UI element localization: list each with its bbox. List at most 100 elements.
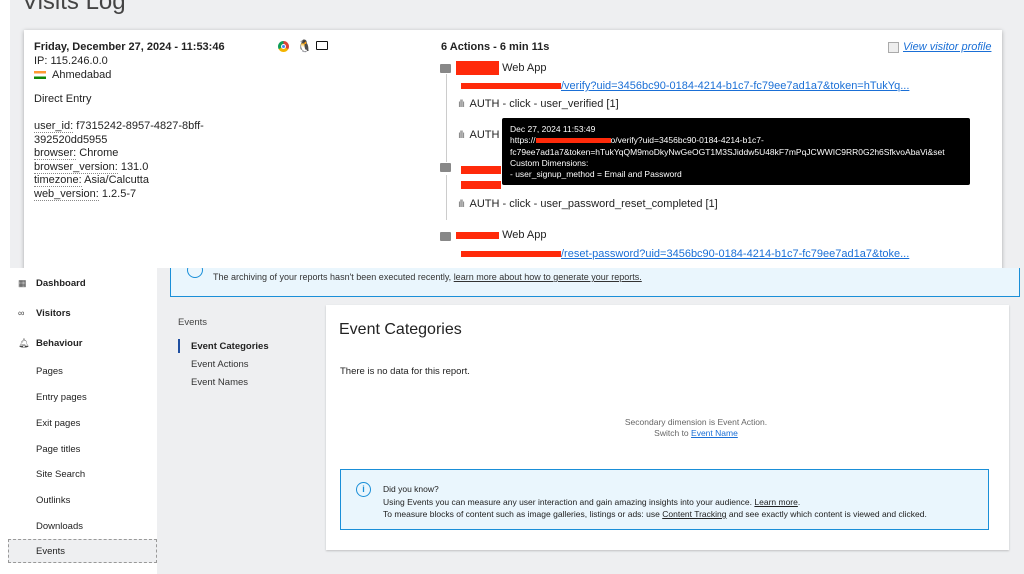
linux-icon: 🐧 — [297, 39, 312, 53]
learn-more-link[interactable]: Learn more — [754, 497, 797, 507]
event-icon: ıllı — [458, 130, 465, 141]
sidebar-item-site-search[interactable]: Site Search — [36, 469, 85, 480]
page-url: /reset-password?uid=3456bc90-0184-4214-b… — [561, 248, 910, 260]
dimension-label: timezone: — [34, 174, 82, 187]
dimension-value: 131.0 — [117, 160, 149, 173]
custom-user-id: user_id: f7315242-8957-4827-8bff-392520d… — [34, 120, 234, 147]
event-row: ıllı AUTH — [458, 129, 499, 141]
switch-event-name-link[interactable]: Event Name — [691, 428, 738, 438]
india-flag-icon — [34, 71, 46, 80]
tooltip-dimension: - user_signup_method = Email and Passwor… — [510, 169, 682, 180]
redacted-block — [461, 181, 501, 189]
dimension-label: browser_version: — [34, 160, 118, 174]
custom-browser-version: browser_version: 131.0 — [34, 160, 234, 175]
event-row: ıllı AUTH - click - user_password_reset_… — [458, 198, 718, 210]
sidebar-item-dashboard[interactable]: Dashboard — [36, 278, 86, 289]
sidebar-item-visitors[interactable]: Visitors — [36, 308, 71, 319]
redacted-block — [535, 138, 611, 144]
info-icon: i — [356, 482, 371, 497]
visitors-icon: ∞ — [18, 308, 25, 318]
submenu-active-indicator — [178, 339, 180, 353]
sidebar-item-events[interactable]: Events — [8, 539, 157, 563]
content-tracking-link[interactable]: Content Tracking — [662, 509, 726, 519]
tooltip-url-path: o/verify?uid=3456bc90-0184-4214-b1c7- — [610, 135, 764, 146]
sidebar-item-page-titles[interactable]: Page titles — [36, 444, 80, 455]
sidebar-item-pages[interactable]: Pages — [36, 366, 63, 377]
custom-browser: browser: Chrome — [34, 147, 234, 161]
visit-ip: IP: 115.246.0.0 — [34, 55, 108, 67]
page-url-link-3[interactable]: /reset-password?uid=3456bc90-0184-4214-b… — [461, 244, 909, 262]
submenu-item-event-actions[interactable]: Event Actions — [191, 359, 249, 370]
redacted-block — [461, 166, 501, 174]
dimension-label: user_id: — [34, 120, 74, 133]
redacted-block — [456, 61, 499, 75]
redacted-block — [456, 231, 499, 239]
banner-text: The archiving of your reports hasn't bee… — [213, 272, 454, 282]
sidebar-item-entry-pages[interactable]: Entry pages — [36, 392, 87, 403]
page-title: Visits Log — [22, 0, 126, 15]
custom-dimensions: user_id: f7315242-8957-4827-8bff-392520d… — [34, 120, 234, 201]
page-url-link-1[interactable]: /verify?uid=3456bc90-0184-4214-b1c7-fc79… — [461, 76, 909, 94]
event-icon: ıllı — [458, 99, 465, 110]
no-data-message: There is no data for this report. — [340, 366, 470, 377]
dimension-value: 1.2.5-7 — [98, 187, 137, 200]
folder-icon — [440, 232, 451, 241]
page-url-link-2[interactable] — [461, 176, 501, 194]
tip-heading: Did you know? — [383, 484, 439, 494]
dimension-label: browser: — [34, 147, 77, 160]
submenu-heading: Events — [178, 317, 208, 328]
profile-icon — [888, 41, 899, 53]
redacted-block — [461, 83, 561, 89]
dashboard-icon: ▦ — [18, 278, 27, 288]
tooltip-url: https:// o/verify?uid=3456bc90-0184-4214-… — [510, 135, 962, 146]
submenu-item-event-categories[interactable]: Event Categories — [191, 341, 269, 352]
switch-to-text: Switch to — [654, 428, 692, 438]
sidebar-item-downloads[interactable]: Downloads — [36, 521, 83, 532]
submenu-item-event-names[interactable]: Event Names — [191, 377, 248, 388]
desktop-icon — [316, 41, 328, 50]
visit-referrer: Direct Entry — [34, 93, 92, 105]
actions-summary: 6 Actions - 6 min 11s — [441, 41, 550, 53]
folder-icon — [440, 163, 451, 172]
event-label: AUTH - click - user_password_reset_compl… — [469, 198, 718, 210]
sidebar-item-behaviour[interactable]: Behaviour — [36, 338, 82, 349]
secondary-dimension-text: Secondary dimension is Event Action. — [624, 417, 768, 427]
view-visitor-profile-label: View visitor profile — [903, 41, 992, 53]
tooltip-url-cont: fc79ee7ad1a7&token=hTukYqQM9moDkyNwGeOGT… — [510, 146, 945, 157]
tip-text: and see exactly which content is viewed … — [726, 509, 927, 519]
dimension-value: Asia/Calcutta — [81, 174, 149, 186]
page-title-text: Web App — [502, 61, 547, 74]
tooltip-url-prefix: https:// — [510, 135, 536, 146]
visit-city: Ahmedabad — [52, 69, 112, 81]
tip-line-1: Using Events you can measure any user in… — [383, 496, 801, 507]
sidebar: ▦ Dashboard ∞ Visitors 🔔︎ Behaviour Page… — [0, 268, 157, 574]
action-tooltip: Dec 27, 2024 11:53:49 https:// o/verify?u… — [502, 118, 970, 185]
event-label: AUTH - click - user_verified [1] — [469, 98, 619, 110]
dimension-value: Chrome — [76, 147, 119, 159]
folder-icon — [440, 64, 451, 73]
visit-location: Ahmedabad — [34, 69, 111, 83]
event-icon: ıllı — [458, 199, 465, 210]
info-icon — [187, 268, 203, 278]
sidebar-item-events-label: Events — [36, 546, 66, 557]
secondary-dimension-info: Secondary dimension is Event Action. Swi… — [326, 417, 1024, 439]
dimension-label: web_version: — [34, 187, 99, 201]
view-visitor-profile-link[interactable]: View visitor profile — [888, 41, 991, 53]
visits-log-screenshot: Visits Log Friday, December 27, 2024 - 1… — [0, 0, 1024, 270]
sidebar-item-exit-pages[interactable]: Exit pages — [36, 418, 80, 429]
page-title-1: Web App — [456, 61, 547, 75]
bell-icon: 🔔︎ — [18, 338, 30, 348]
tooltip-datetime: Dec 27, 2024 11:53:49 — [510, 124, 596, 134]
banner-link[interactable]: learn more about how to generate your re… — [454, 272, 642, 282]
page-title-text: Web App — [502, 229, 547, 241]
tip-line-2: To measure blocks of content such as ima… — [383, 508, 988, 521]
tooltip-dimensions-heading: Custom Dimensions: — [510, 157, 589, 168]
visit-datetime: Friday, December 27, 2024 - 11:53:46 — [34, 41, 225, 53]
sidebar-item-outlinks[interactable]: Outlinks — [36, 495, 70, 506]
tip-text: Using Events you can measure any user in… — [383, 496, 755, 507]
action-timeline — [446, 74, 447, 162]
archiving-warning-banner: The archiving of your reports hasn't bee… — [170, 268, 1020, 297]
report-title: Event Categories — [339, 321, 462, 338]
event-label: AUTH — [469, 129, 500, 141]
custom-timezone: timezone: Asia/Calcutta — [34, 174, 234, 188]
